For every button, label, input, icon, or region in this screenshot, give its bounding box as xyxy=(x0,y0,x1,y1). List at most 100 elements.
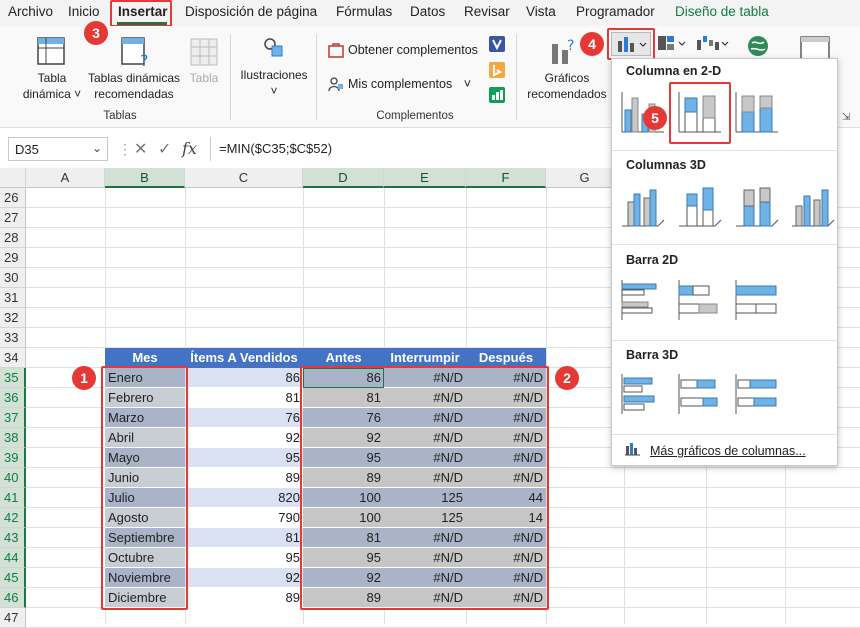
table-cell[interactable]: 95 xyxy=(185,548,303,568)
column-header-a[interactable]: A xyxy=(26,168,105,188)
recommended-pivot-button[interactable]: Tablas dinámicas recomendadas xyxy=(84,70,184,102)
bar-3d-clustered-thumb[interactable] xyxy=(620,372,666,416)
more-icon: ⋮ xyxy=(118,141,132,157)
people-graph-icon[interactable] xyxy=(489,87,505,103)
row-header[interactable]: 35 xyxy=(0,368,26,388)
clustered-bar-thumb[interactable] xyxy=(620,278,666,322)
tab-datos[interactable]: Datos xyxy=(410,4,445,19)
dialog-launcher-icon[interactable]: ⇲ xyxy=(842,112,850,123)
column-header-f[interactable]: F xyxy=(466,168,546,188)
dropdown-separator xyxy=(612,244,837,245)
tab-formulas[interactable]: Fórmulas xyxy=(336,4,392,19)
cancel-icon[interactable]: ✕ xyxy=(134,139,147,159)
illustrations-icon xyxy=(262,36,286,60)
row-header[interactable]: 31 xyxy=(0,288,26,308)
bing-icon[interactable] xyxy=(489,62,505,78)
recommended-charts-icon: ? xyxy=(550,36,582,66)
row-header[interactable]: 43 xyxy=(0,528,26,548)
tab-vista[interactable]: Vista xyxy=(526,4,556,19)
enter-icon[interactable]: ✓ xyxy=(158,139,171,159)
insert-function-icon[interactable]: fx xyxy=(182,139,197,158)
section-2d-bar: Barra 2D xyxy=(626,253,679,267)
row-header[interactable]: 27 xyxy=(0,208,26,228)
callout-badge-5: 5 xyxy=(643,106,667,130)
table-header-cell[interactable]: Antes xyxy=(303,348,384,368)
svg-text:?: ? xyxy=(567,38,574,54)
tab-disposicion[interactable]: Disposición de página xyxy=(185,4,317,19)
callout-box-4 xyxy=(607,28,655,60)
table-cell[interactable]: 86 xyxy=(185,368,303,388)
bar-3d-stacked-thumb[interactable] xyxy=(677,372,723,416)
row-header[interactable]: 42 xyxy=(0,508,26,528)
waterfall-chart-button[interactable] xyxy=(696,34,730,54)
hierarchy-chart-button[interactable] xyxy=(657,34,689,54)
row-header[interactable]: 29 xyxy=(0,248,26,268)
group-label-complementos: Complementos xyxy=(376,110,454,122)
table-cell[interactable]: 89 xyxy=(185,588,303,608)
table-cell[interactable]: 790 xyxy=(185,508,303,528)
tab-diseno-tabla[interactable]: Diseño de tabla xyxy=(675,4,769,19)
pivot-table-icon xyxy=(36,36,66,66)
row-header[interactable]: 30 xyxy=(0,268,26,288)
name-box-chevron-icon[interactable]: ⌄ xyxy=(92,141,102,155)
table-cell[interactable]: 92 xyxy=(185,428,303,448)
row-header[interactable]: 37 xyxy=(0,408,26,428)
row-header[interactable]: 33 xyxy=(0,328,26,348)
tab-inicio[interactable]: Inicio xyxy=(68,4,100,19)
column-header-b[interactable]: B xyxy=(105,168,185,188)
column-header-d[interactable]: D xyxy=(303,168,384,188)
table-cell[interactable]: 820 xyxy=(185,488,303,508)
column-header-c[interactable]: C xyxy=(185,168,303,188)
row-header[interactable]: 36 xyxy=(0,388,26,408)
table-cell[interactable]: 89 xyxy=(185,468,303,488)
table-cell[interactable]: 92 xyxy=(185,568,303,588)
row-header[interactable]: 45 xyxy=(0,568,26,588)
recommended-charts-button[interactable]: Gráficos recomendados xyxy=(524,70,610,102)
tab-archivo[interactable]: Archivo xyxy=(8,4,53,19)
table-cell[interactable]: 81 xyxy=(185,388,303,408)
column-3d-clustered-thumb[interactable] xyxy=(620,184,666,228)
more-column-charts-link[interactable]: Más gráficos de columnas... xyxy=(650,444,806,458)
row-header[interactable]: 34 xyxy=(0,348,26,368)
dropdown-separator xyxy=(612,434,837,435)
table-header-cell[interactable]: Después xyxy=(466,348,546,368)
percent-stacked-column-thumb[interactable] xyxy=(734,90,780,134)
table-button[interactable]: Tabla xyxy=(184,70,224,86)
row-header[interactable]: 41 xyxy=(0,488,26,508)
table-header-cell[interactable]: Ítems A Vendidos xyxy=(185,348,303,368)
callout-box-5 xyxy=(669,82,731,144)
my-addins-button[interactable]: Mis complementos ˅ xyxy=(348,77,471,91)
tab-programador[interactable]: Programador xyxy=(576,4,655,19)
get-addins-button[interactable]: Obtener complementos xyxy=(348,43,478,57)
table-cell[interactable]: 95 xyxy=(185,448,303,468)
pivot-table-button[interactable]: Tabla dinámica ˅ xyxy=(14,70,90,102)
table-header-cell[interactable]: Mes xyxy=(105,348,185,368)
table-header-cell[interactable]: Interrumpir xyxy=(384,348,466,368)
row-header[interactable]: 40 xyxy=(0,468,26,488)
illustrations-button[interactable]: Ilustraciones ˅ xyxy=(238,67,310,99)
row-header[interactable]: 46 xyxy=(0,588,26,608)
row-header[interactable]: 39 xyxy=(0,448,26,468)
maps-icon[interactable] xyxy=(746,34,770,58)
column-3d-stacked-thumb[interactable] xyxy=(677,184,723,228)
visio-icon[interactable] xyxy=(489,36,505,52)
tab-revisar[interactable]: Revisar xyxy=(464,4,510,19)
table-cell[interactable]: 81 xyxy=(185,528,303,548)
select-all-corner[interactable] xyxy=(0,168,26,188)
column-header-e[interactable]: E xyxy=(384,168,466,188)
column-3d-percent-thumb[interactable] xyxy=(734,184,780,228)
percent-stacked-bar-thumb[interactable] xyxy=(734,278,780,322)
row-header[interactable]: 26 xyxy=(0,188,26,208)
bar-3d-percent-thumb[interactable] xyxy=(734,372,780,416)
section-3d-bar: Barra 3D xyxy=(626,348,679,362)
row-header[interactable]: 38 xyxy=(0,428,26,448)
row-header[interactable]: 44 xyxy=(0,548,26,568)
row-header[interactable]: 28 xyxy=(0,228,26,248)
table-cell[interactable]: 76 xyxy=(185,408,303,428)
column-3d-thumb[interactable] xyxy=(790,184,836,228)
chevron-down-icon: ˅ xyxy=(270,84,278,98)
stacked-bar-thumb[interactable] xyxy=(677,278,723,322)
row-header[interactable]: 47 xyxy=(0,608,26,628)
recommended-charts-label: Gráficos xyxy=(544,71,590,85)
row-header[interactable]: 32 xyxy=(0,308,26,328)
